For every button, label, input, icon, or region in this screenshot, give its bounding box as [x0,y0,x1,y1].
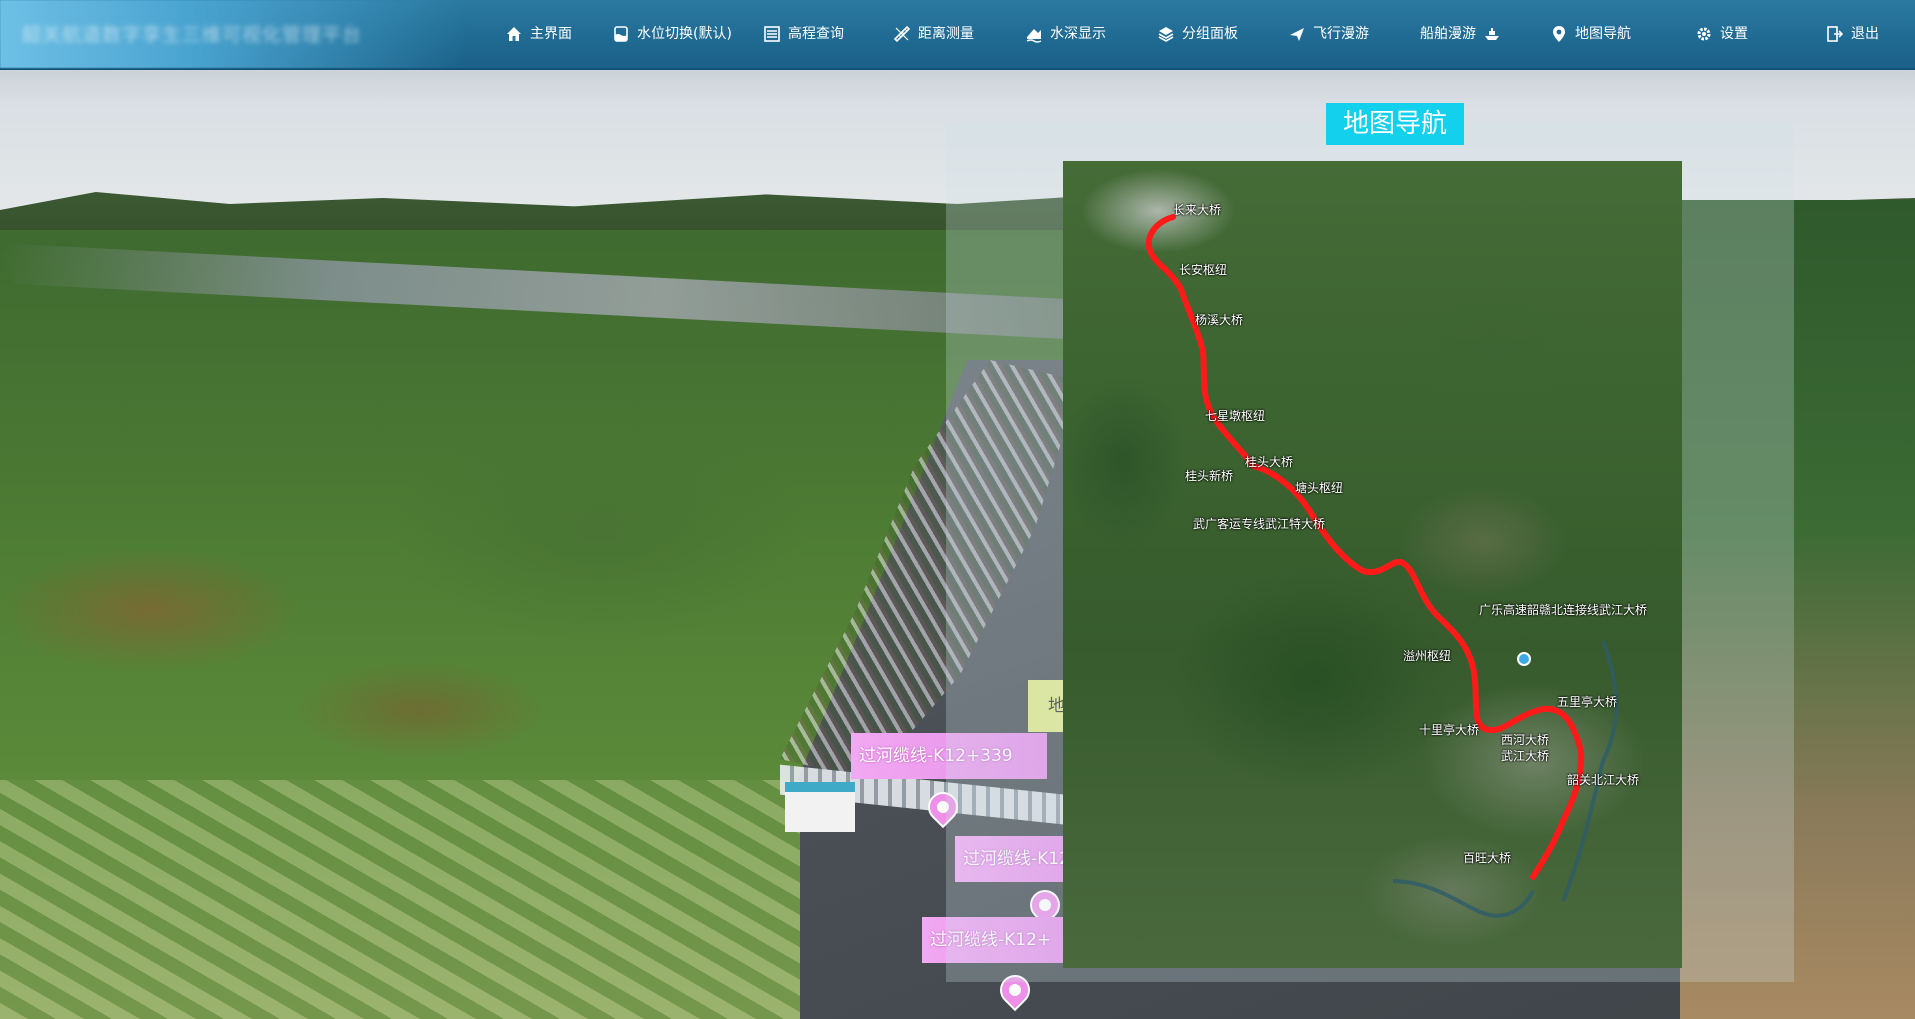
map-label-bridge-5[interactable]: 武广客运专线武江特大桥 [1193,515,1325,532]
farmland [0,780,800,1019]
exit-icon [1827,26,1844,42]
nav-exit-label: 退出 [1851,26,1879,42]
nav-home[interactable]: 主界面 [505,0,572,68]
map-label-bridge-1[interactable]: 长来大桥 [1173,201,1221,218]
nav-ship-tour[interactable]: 船舶漫游 [1420,0,1501,68]
nav-settings-label: 设置 [1720,26,1748,42]
map-label-bridge-2[interactable]: 杨溪大桥 [1195,311,1243,328]
nav-water-depth[interactable]: 水深显示 [1025,0,1106,68]
map-label-bridge-4[interactable]: 桂头新桥 [1185,467,1233,484]
nav-water-level-switch[interactable]: 水位切换(默认) [612,0,732,68]
home-icon [507,27,521,41]
nav-distance-measure[interactable]: 距离测量 [893,0,974,68]
map-label-hub-2[interactable]: 七星墩枢纽 [1205,407,1265,424]
nav-flight-tour[interactable]: 飞行漫游 [1288,0,1369,68]
map-label-bridge-9[interactable]: 西河大桥 [1501,731,1549,748]
nav-water-depth-label: 水深显示 [1050,26,1106,42]
nav-ship-label: 船舶漫游 [1420,26,1476,42]
map-pin-icon [1553,26,1565,42]
route-layer [1145,214,1619,918]
map-label-hub-1[interactable]: 长安枢纽 [1179,261,1227,278]
map-label-bridge-6[interactable]: 广乐高速韶赣北连接线武江大桥 [1479,601,1647,618]
ship-icon [1485,28,1499,40]
layers-icon [1158,27,1174,42]
nav-map-navigation[interactable]: 地图导航 [1550,0,1631,68]
navigation-map[interactable]: 长来大桥 长安枢纽 杨溪大桥 七星墩枢纽 桂头大桥 桂头新桥 塘头枢纽 武广客运… [1063,161,1682,968]
map-label-bridge-12[interactable]: 百旺大桥 [1463,849,1511,866]
gear-icon [1697,27,1711,41]
nav-distance-label: 距离测量 [918,26,974,42]
current-location-marker[interactable] [1517,652,1531,666]
nav-settings[interactable]: 设置 [1695,0,1748,68]
map-panel-title: 地图导航 [1326,103,1464,145]
nav-exit[interactable]: 退出 [1826,0,1879,68]
map-label-hub-4[interactable]: 溢州枢纽 [1403,647,1451,664]
water-level-icon [614,26,628,42]
nav-group-panel[interactable]: 分组面板 [1157,0,1238,68]
brand-area: 韶关航道数字孪生三维可视化管理平台 [0,0,470,68]
brand-title: 韶关航道数字孪生三维可视化管理平台 [22,24,363,46]
nav-flight-label: 飞行漫游 [1313,26,1369,42]
map-label-bridge-3[interactable]: 桂头大桥 [1245,453,1293,470]
nav-elevation-query[interactable]: 高程查询 [763,0,844,68]
map-label-bridge-10[interactable]: 武江大桥 [1501,747,1549,764]
map-label-bridge-11[interactable]: 韶关北江大桥 [1567,771,1639,788]
nav-map-navigation-label: 地图导航 [1575,26,1631,42]
ruler-icon [893,25,911,43]
water-depth-icon [1026,29,1042,43]
nav-water-level-label: 水位切换(默认) [637,26,732,42]
plane-icon [1290,28,1304,41]
map-label-bridge-8[interactable]: 十里亭大桥 [1419,721,1479,738]
elevation-icon [764,26,780,42]
top-navigation-bar: 韶关航道数字孪生三维可视化管理平台 主界面 水位切换(默认) 高程查询 距离测量… [0,0,1915,70]
map-label-bridge-7[interactable]: 五里亭大桥 [1557,693,1617,710]
map-label-hub-3[interactable]: 塘头枢纽 [1295,479,1343,496]
dam-building [785,782,855,832]
nav-group-panel-label: 分组面板 [1182,26,1238,42]
nav-elevation-label: 高程查询 [788,26,844,42]
nav-home-label: 主界面 [530,26,572,42]
